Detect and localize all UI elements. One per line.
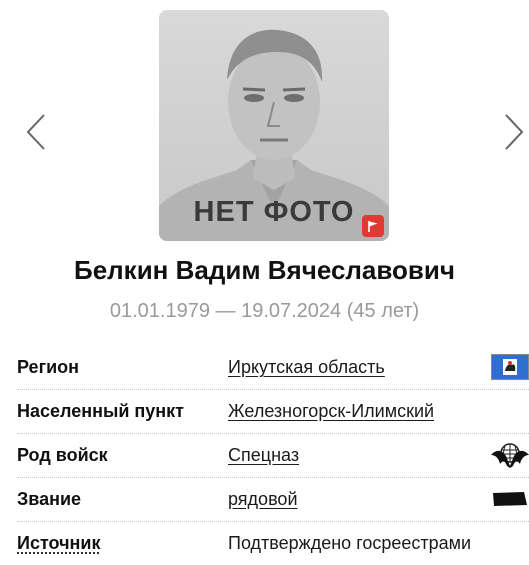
source-value: Подтверждено госреестрами xyxy=(228,533,471,554)
region-link[interactable]: Иркутская область xyxy=(228,357,385,378)
flag-icon[interactable] xyxy=(362,215,384,237)
rank-label: Звание xyxy=(17,489,81,510)
rank-insignia-icon xyxy=(491,486,529,512)
no-photo-label: НЕТ ФОТО xyxy=(159,196,389,229)
settlement-label: Населенный пункт xyxy=(17,401,184,422)
previous-arrow-icon[interactable] xyxy=(22,112,50,152)
next-arrow-icon[interactable] xyxy=(500,112,528,152)
detail-row-branch: Род войск Спецназ xyxy=(17,434,529,478)
detail-row-source: Источник Подтверждено госреестрами xyxy=(17,522,529,565)
branch-link[interactable]: Спецназ xyxy=(228,445,299,466)
person-name: Белкин Вадим Вячеславович xyxy=(0,255,529,286)
details-table: Регион Иркутская область Населенный пунк… xyxy=(17,346,529,565)
detail-row-region: Регион Иркутская область xyxy=(17,346,529,390)
rank-link[interactable]: рядовой xyxy=(228,489,298,510)
detail-row-settlement: Населенный пункт Железногорск-Илимский xyxy=(17,390,529,434)
region-label: Регион xyxy=(17,357,79,378)
detail-row-rank: Звание рядовой xyxy=(17,478,529,522)
life-dates: 01.01.1979 — 19.07.2024 (45 лет) xyxy=(0,300,529,323)
branch-label: Род войск xyxy=(17,445,108,466)
portrait-placeholder: НЕТ ФОТО xyxy=(159,10,389,241)
source-label[interactable]: Источник xyxy=(17,533,100,554)
settlement-link[interactable]: Железногорск-Илимский xyxy=(228,401,434,422)
region-flag-icon xyxy=(491,354,529,380)
special-forces-emblem-icon xyxy=(491,442,529,468)
